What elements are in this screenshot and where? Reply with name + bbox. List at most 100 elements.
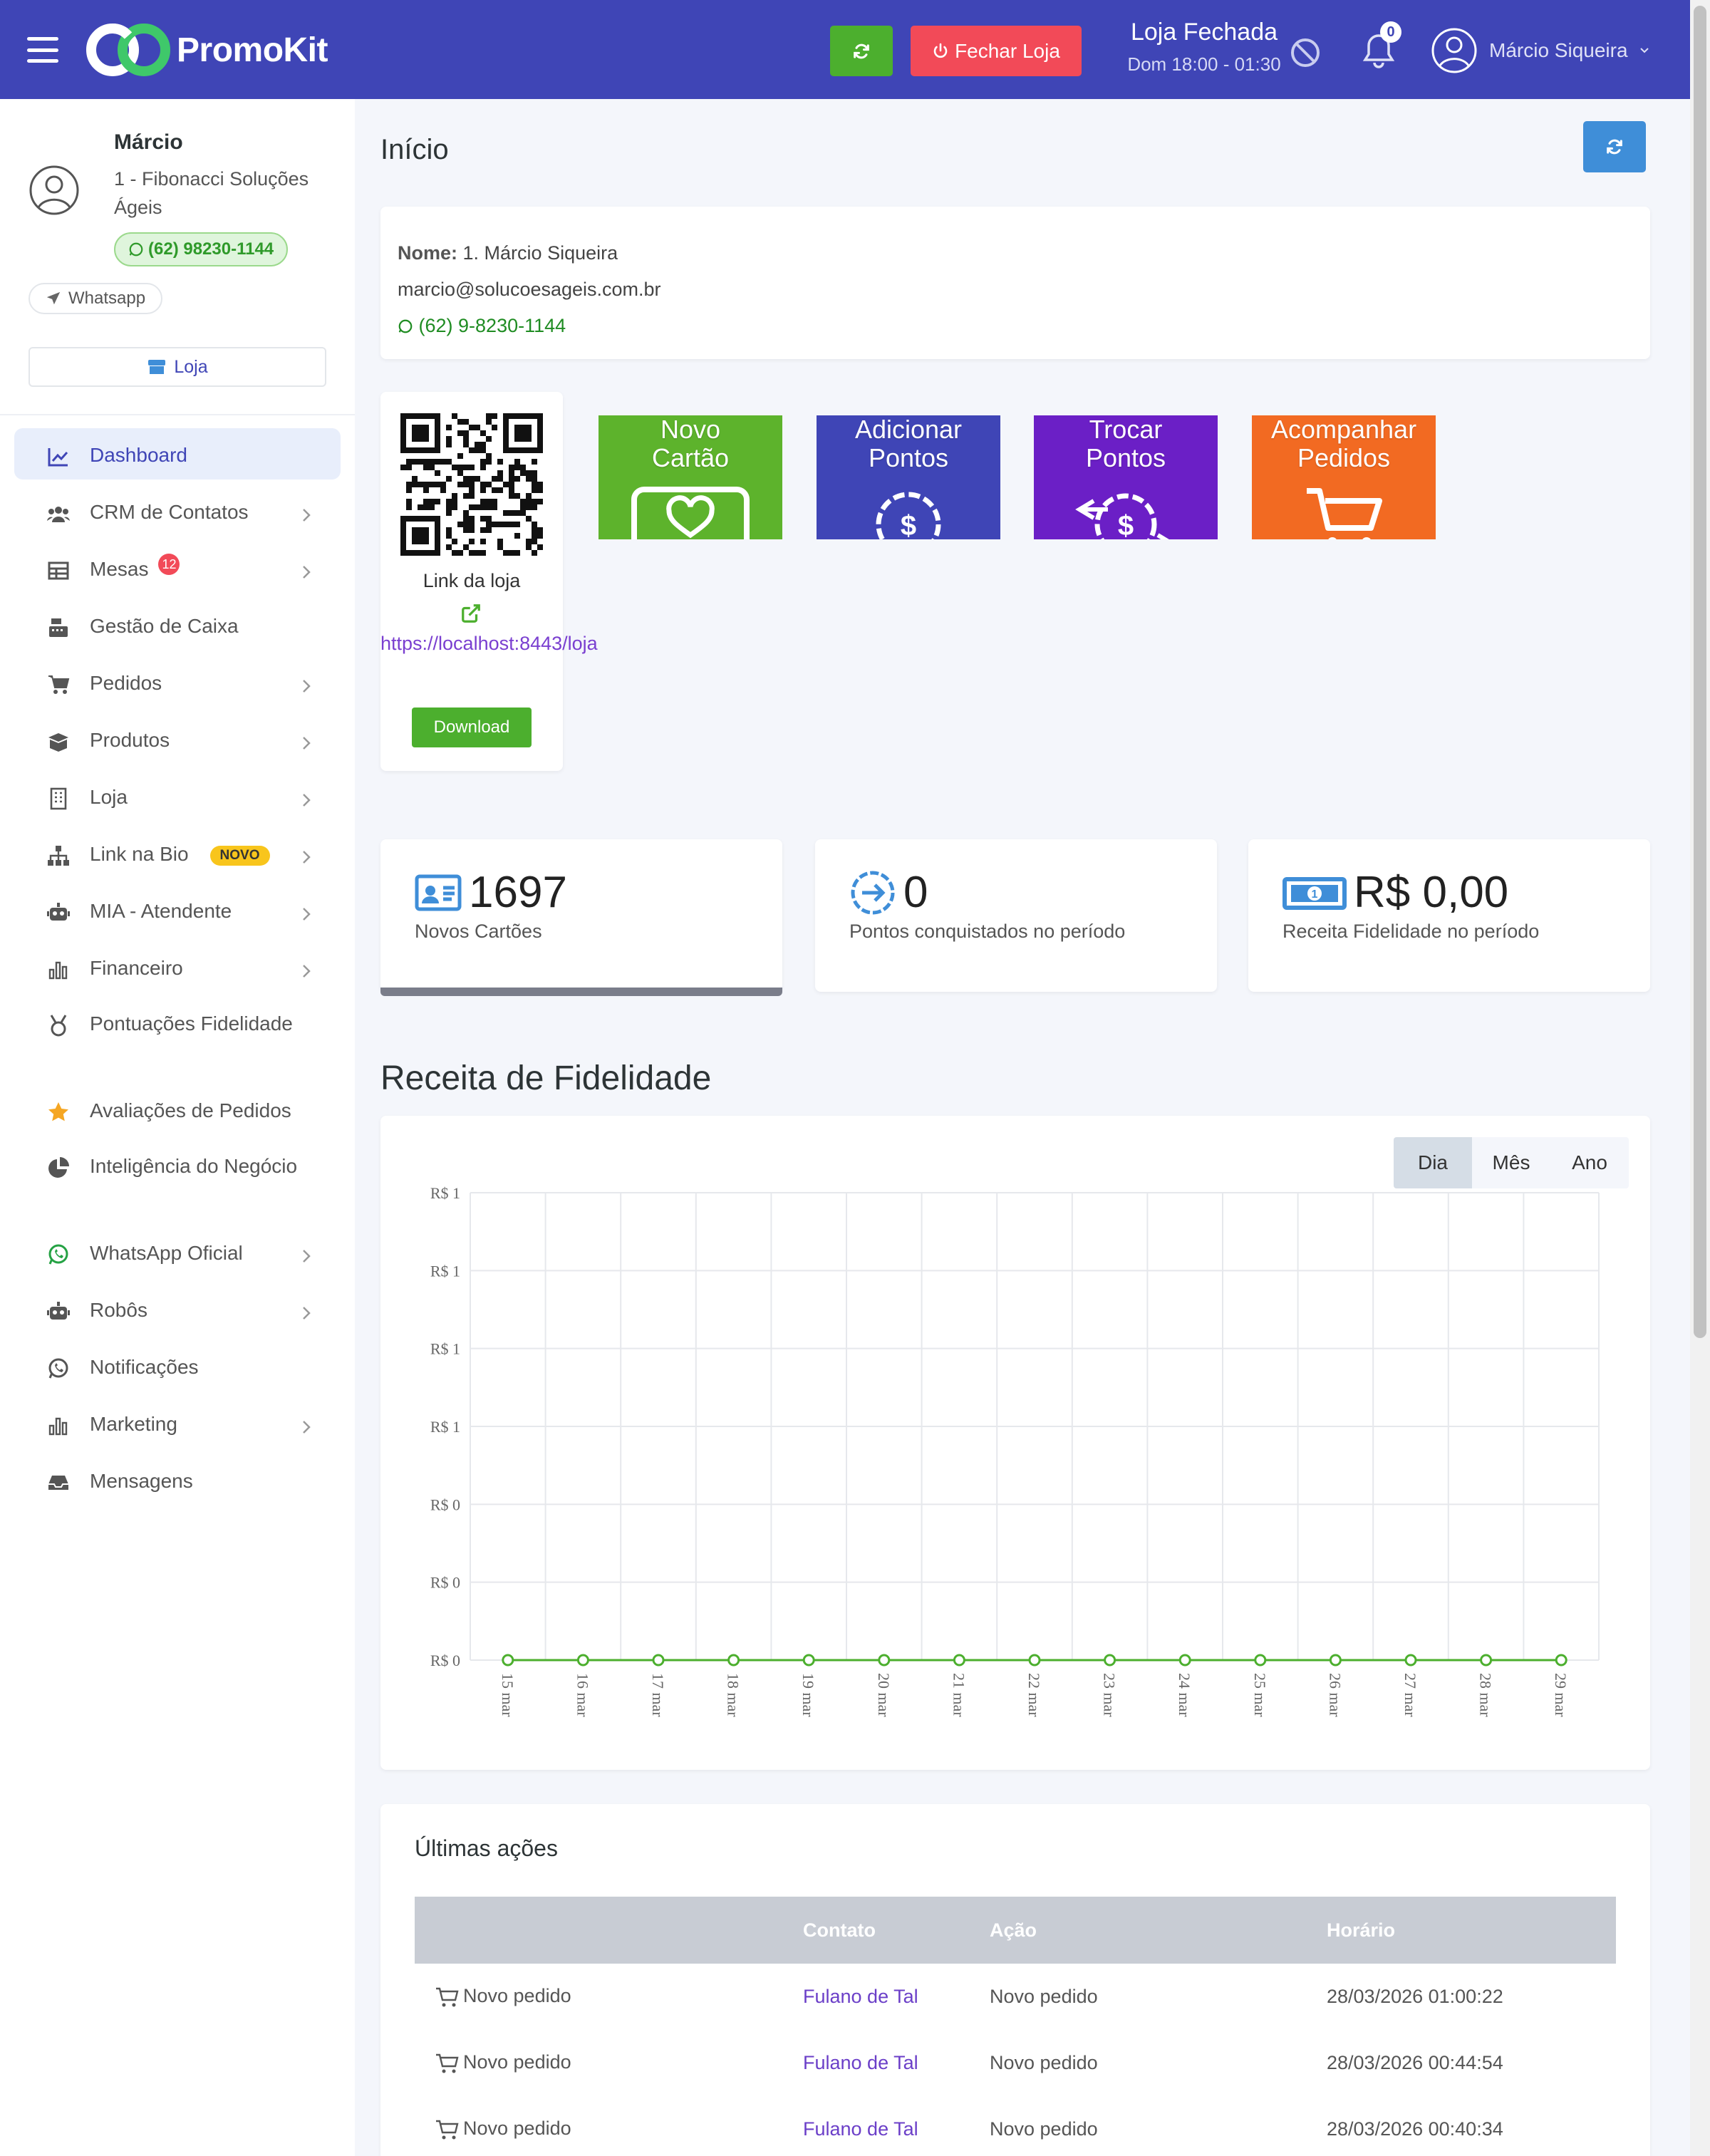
data-point — [1028, 1654, 1041, 1667]
store-status-title: Loja Fechada — [1130, 19, 1278, 46]
time-cell: 28/03/2026 00:44:54 — [1327, 2052, 1503, 2073]
column-header — [415, 1897, 803, 1964]
data-point — [953, 1654, 965, 1667]
info-phone-value: (62) 9-8230-1144 — [418, 315, 566, 336]
y-tick-label: R$ 1 — [430, 1340, 460, 1358]
nav-pedidos[interactable]: Pedidos — [14, 656, 341, 713]
nav-whatsapp-oficial[interactable]: WhatsApp Oficial — [14, 1226, 341, 1283]
action-type-cell: Novo pedido — [415, 1964, 803, 2030]
nav-produtos[interactable]: Produtos — [14, 713, 341, 770]
data-point — [1104, 1654, 1116, 1667]
refresh-dashboard-button[interactable] — [1583, 121, 1646, 172]
bar-chart-icon — [48, 961, 68, 980]
data-point — [1480, 1654, 1493, 1667]
tile-adicionar-pontos[interactable]: Adicionar Pontos $ — [817, 415, 1000, 539]
brand-logo[interactable]: PromoKit — [84, 21, 328, 78]
store-link-label: Link da loja — [423, 570, 521, 591]
nav-crm[interactable]: CRM de Contatos — [14, 485, 341, 542]
nav-link-bio[interactable]: Link na Bio NOVO — [14, 827, 341, 884]
nav-gestao-caixa[interactable]: Gestão de Caixa — [14, 599, 341, 656]
x-tick-label: 26 mar — [1326, 1673, 1344, 1717]
tile-trocar-pontos[interactable]: Trocar Pontos $ — [1034, 415, 1218, 539]
nav-label: CRM de Contatos — [90, 501, 249, 523]
user-menu[interactable]: Márcio Siqueira — [1431, 27, 1649, 74]
whatsapp-button[interactable]: Whatsapp — [28, 283, 163, 314]
chevron-right-icon — [303, 566, 311, 579]
data-point — [1254, 1654, 1267, 1667]
ban-icon — [1291, 38, 1320, 67]
period-dia[interactable]: Dia — [1394, 1137, 1472, 1188]
store-button[interactable]: Loja — [28, 347, 326, 387]
chevron-right-icon — [303, 509, 311, 522]
action-cell: Novo pedido — [990, 1986, 1098, 2007]
points-badge-icon — [851, 871, 895, 915]
menu-toggle-icon[interactable] — [27, 37, 58, 63]
store-icon — [148, 360, 166, 374]
tile-acompanhar-pedidos[interactable]: Acompanhar Pedidos — [1252, 415, 1436, 539]
profile-phone-badge[interactable]: (62) 98230-1144 — [114, 232, 289, 266]
store-link-url[interactable]: https://localhost:8443/loja — [380, 629, 598, 658]
nav-loja[interactable]: Loja — [14, 770, 341, 827]
qr-code-icon — [400, 413, 543, 556]
tile-line1: Trocar — [1089, 415, 1163, 444]
nav-label: Link na Bio NOVO — [90, 843, 270, 866]
period-ano[interactable]: Ano — [1550, 1137, 1629, 1188]
nav-label: Pedidos — [90, 672, 162, 694]
x-tick-label: 22 mar — [1025, 1673, 1043, 1717]
data-point — [576, 1654, 589, 1667]
exchange-coin-icon: $ — [1075, 493, 1169, 539]
external-link-icon[interactable] — [460, 603, 482, 624]
table-row[interactable]: Novo pedido Fulano de Tal Novo pedido 28… — [415, 2096, 1616, 2156]
cart-icon — [1307, 488, 1382, 539]
users-icon — [47, 507, 70, 522]
nav-label: Pontuações Fidelidade — [90, 1012, 293, 1035]
nav-dashboard[interactable]: Dashboard — [14, 428, 341, 480]
nav-avaliacoes[interactable]: Avaliações de Pedidos — [14, 1084, 341, 1141]
chart-card: R$ 1 R$ 1 R$ 1 R$ 1 R$ 0 R$ 0 R$ 0 15 mar 16 mar… — [380, 1116, 1650, 1770]
power-icon — [933, 43, 948, 58]
nav-mensagens[interactable]: Mensagens — [14, 1454, 341, 1511]
tile-line2: Cartão — [651, 443, 730, 472]
info-phone[interactable]: (62) 9-8230-1144 — [398, 315, 1633, 351]
nav-robos[interactable]: Robôs — [14, 1283, 341, 1340]
nav-notificacoes[interactable]: Notificações — [14, 1340, 341, 1397]
robot-icon — [47, 903, 70, 921]
new-badge: NOVO — [209, 845, 270, 866]
action-type-cell: Novo pedido — [415, 2096, 803, 2156]
nav-label: Mesas 12 — [90, 554, 180, 581]
tile-novo-cartao[interactable]: Novo Cartão — [598, 415, 782, 539]
scrollbar-thumb[interactable] — [1694, 6, 1706, 1338]
period-mes[interactable]: Mês — [1472, 1137, 1550, 1188]
contact-link[interactable]: Fulano de Tal — [803, 2096, 990, 2156]
y-tick-label: R$ 1 — [430, 1184, 460, 1202]
contact-link[interactable]: Fulano de Tal — [803, 2030, 990, 2096]
refresh-button[interactable] — [830, 26, 893, 76]
download-qr-button[interactable]: Download — [412, 708, 532, 747]
loyalty-revenue-chart: R$ 1 R$ 1 R$ 1 R$ 1 R$ 0 R$ 0 R$ 0 15 mar 16 mar… — [430, 1184, 1600, 1717]
refresh-icon — [854, 43, 869, 58]
profile-avatar-icon — [29, 165, 79, 215]
nav-marketing[interactable]: Marketing — [14, 1397, 341, 1454]
svg-text:$: $ — [901, 510, 916, 539]
contact-link[interactable]: Fulano de Tal — [803, 1964, 990, 2030]
table-row[interactable]: Novo pedido Fulano de Tal Novo pedido 28… — [415, 2030, 1616, 2096]
nav-financeiro[interactable]: Financeiro — [14, 941, 341, 998]
svg-text:$: $ — [1118, 510, 1134, 539]
sitemap-icon — [48, 846, 69, 866]
whatsapp-icon — [129, 242, 143, 256]
data-point — [502, 1654, 514, 1667]
stat-card-underline — [380, 988, 782, 996]
close-store-button[interactable]: Fechar Loja — [911, 26, 1082, 76]
nav-inteligencia[interactable]: Inteligência do Negócio — [14, 1141, 341, 1226]
page-scrollbar[interactable] — [1690, 0, 1710, 2156]
nav-mia-atendente[interactable]: MIA - Atendente — [14, 884, 341, 941]
nav-mesas[interactable]: Mesas 12 — [14, 542, 341, 599]
nav-pontuacoes[interactable]: Pontuações Fidelidade — [14, 998, 341, 1084]
table-row[interactable]: Novo pedido Fulano de Tal Novo pedido 28… — [415, 1964, 1616, 2030]
whatsapp-icon — [398, 319, 413, 333]
x-tick-label: 19 mar — [799, 1673, 817, 1717]
info-name-label: Nome: — [398, 242, 458, 264]
action-type-cell: Novo pedido — [415, 2030, 803, 2096]
x-tick-label: 25 mar — [1251, 1673, 1269, 1717]
whatsapp-label: Whatsapp — [68, 289, 146, 308]
